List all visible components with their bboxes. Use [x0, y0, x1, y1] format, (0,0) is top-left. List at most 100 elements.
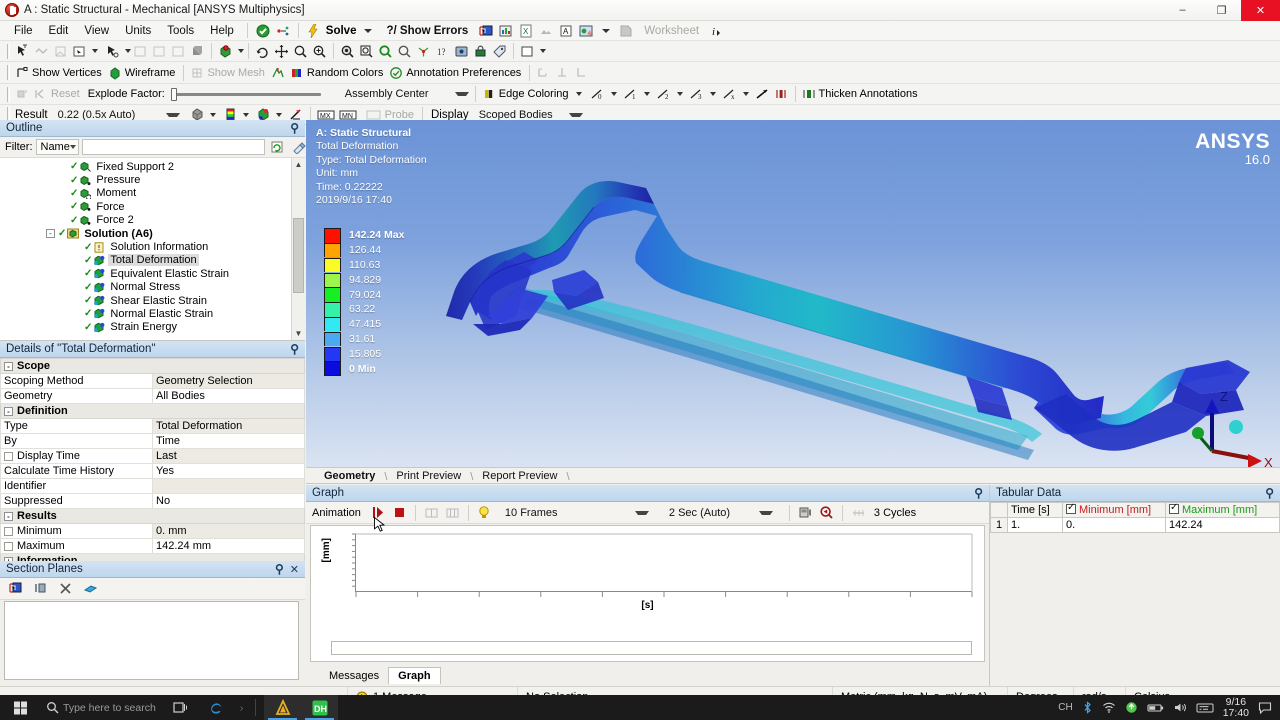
details-group-expander[interactable]: - [4, 406, 13, 416]
close-button[interactable]: ✕ [1241, 0, 1280, 21]
edge-thickness-3-icon[interactable]: 3 [687, 85, 707, 104]
tree-item-normal-elastic-strain[interactable]: ✓ Normal Elastic Strain [0, 307, 305, 320]
keyboard-icon[interactable] [1196, 702, 1214, 714]
image-capture-icon[interactable] [577, 22, 595, 39]
retrieve-results-icon[interactable] [817, 503, 836, 522]
assembly-center-select[interactable]: Assembly Center [341, 85, 471, 103]
zoom-out-icon[interactable] [395, 42, 414, 61]
col-maximum-header[interactable]: Maximum [mm] [1165, 502, 1280, 518]
menu-units[interactable]: Units [117, 23, 159, 39]
graph-plot-area[interactable]: [mm] [s] [310, 525, 985, 662]
iso-view-icon[interactable] [414, 42, 433, 61]
scroll-down-icon[interactable]: ▼ [292, 327, 305, 340]
taskbar-overflow-chevron-icon[interactable]: › [236, 702, 248, 714]
edge-thickness-1-dropdown-icon[interactable] [643, 92, 650, 96]
outline-pin-icon[interactable]: ⚲ [287, 121, 302, 135]
edge-browser-button[interactable] [199, 695, 236, 720]
taskbar-search[interactable]: Type here to search [40, 701, 162, 714]
magnifier-icon[interactable] [357, 42, 376, 61]
show-vertices-button[interactable]: Show Vertices [13, 63, 106, 82]
minimum-checkbox[interactable] [1066, 504, 1076, 514]
tree-item-strain-energy[interactable]: ✓ Strain Energy [0, 321, 305, 334]
tree-item-shear-elastic-strain[interactable]: ✓ Shear Elastic Strain [0, 294, 305, 307]
details-checkbox[interactable] [4, 526, 13, 536]
maximum-checkbox[interactable] [1169, 504, 1179, 514]
filter-input[interactable] [81, 139, 265, 155]
show-errors-button[interactable]: ?/ Show Errors [378, 23, 476, 39]
table-row[interactable]: 1 1. 0. 142.24 [990, 517, 1280, 533]
tree-item-solution-information[interactable]: ✓ Solution Information [0, 240, 305, 253]
viewport-split-icon[interactable] [518, 42, 537, 61]
graph-pin-icon[interactable]: ⚲ [971, 486, 986, 500]
details-group-results[interactable]: - Results [0, 508, 305, 524]
tabular-data-table[interactable]: Time [s] Minimum [mm] Maximum [mm] 11.0.… [990, 502, 1280, 533]
set-view-icon[interactable] [452, 42, 471, 61]
tabular-data-pin-icon[interactable]: ⚲ [1262, 486, 1277, 500]
play-icon[interactable] [369, 503, 388, 522]
details-value[interactable]: Geometry Selection [152, 373, 305, 389]
excel-export-icon[interactable]: X [517, 22, 535, 39]
menu-file[interactable]: File [6, 23, 41, 39]
details-checkbox[interactable] [4, 451, 13, 461]
bluetooth-icon[interactable] [1082, 701, 1093, 714]
menu-view[interactable]: View [76, 23, 117, 39]
box-zoom-icon[interactable] [310, 42, 329, 61]
label-icon[interactable] [490, 42, 509, 61]
details-row-geometry[interactable]: Geometry All Bodies [0, 388, 305, 404]
details-row-suppressed[interactable]: Suppressed No [0, 493, 305, 509]
tree-item-normal-stress[interactable]: ✓ Normal Stress [0, 281, 305, 294]
pan-icon[interactable] [272, 42, 291, 61]
tree-item-force[interactable]: ✓ Force [0, 200, 305, 213]
wireframe-button[interactable]: Wireframe [106, 63, 180, 82]
details-value[interactable]: Time [152, 433, 305, 449]
edge-thickness-0-icon[interactable]: 0 [588, 85, 608, 104]
undo-view-icon[interactable]: 1? [433, 42, 452, 61]
solid-body-icon[interactable] [188, 42, 207, 61]
details-checkbox[interactable] [4, 541, 13, 551]
edge-direction-icon[interactable] [753, 85, 772, 104]
edge-thickness-3-dropdown-icon[interactable] [709, 92, 716, 96]
details-value[interactable] [152, 478, 305, 494]
random-colors-button[interactable]: Random Colors [288, 63, 387, 82]
details-row-scoping-method[interactable]: Scoping Method Geometry Selection [0, 373, 305, 389]
thicken-edges-icon[interactable] [269, 63, 288, 82]
tree-item-pressure[interactable]: ✓ Pressure [0, 173, 305, 186]
dh-app-taskbar-icon[interactable]: DH [301, 695, 339, 720]
edge-thickness-n-icon[interactable]: x [720, 85, 740, 104]
geometry-display-dropdown-icon[interactable] [209, 112, 216, 117]
solve-button[interactable]: Solve [324, 25, 359, 37]
minimize-button[interactable]: – [1163, 0, 1202, 21]
outline-scrollbar[interactable]: ▲ ▼ [291, 158, 305, 340]
stop-icon[interactable] [390, 503, 409, 522]
lightbulb-icon[interactable] [475, 503, 494, 522]
new-section-plane-icon[interactable] [6, 579, 25, 598]
duration-select[interactable]: 2 Sec (Auto) [665, 504, 775, 522]
details-row-display-time[interactable]: Display Time Last [0, 448, 305, 464]
tree-item-moment[interactable]: ✓ Moment [0, 187, 305, 201]
taskbar-clock[interactable]: 9/16 17:40 [1223, 696, 1249, 719]
tab-graph[interactable]: Graph [388, 667, 441, 684]
tree-item-fixed-support-2[interactable]: ✓ Fixed Support 2 [0, 160, 305, 173]
zoom-in-icon[interactable] [376, 42, 395, 61]
tree-item-solution-a6[interactable]: - ✓ Solution (A6) [0, 227, 305, 240]
details-value[interactable]: All Bodies [152, 388, 305, 404]
start-button[interactable] [0, 695, 40, 720]
outline-tree[interactable]: ✓ Fixed Support 2 ✓ Pressure ✓ Moment ✓ Force ✓ F… [0, 158, 305, 341]
frames-select[interactable]: 10 Frames [501, 504, 651, 522]
edge-thickness-0-dropdown-icon[interactable] [610, 92, 617, 96]
details-row-by[interactable]: By Time [0, 433, 305, 449]
details-row-maximum[interactable]: Maximum 142.24 mm [0, 538, 305, 554]
details-group-expander[interactable]: - [4, 361, 13, 371]
ansys-workbench-taskbar-icon[interactable] [264, 695, 302, 720]
viewport-split-dropdown-icon[interactable] [540, 49, 546, 53]
rotate-icon[interactable] [253, 42, 272, 61]
contour-style-dropdown-icon[interactable] [242, 112, 249, 117]
lock-view-icon[interactable] [471, 42, 490, 61]
col-minimum-cell[interactable]: 0. [1062, 517, 1166, 533]
image-capture-dropdown-icon[interactable] [602, 28, 611, 33]
tab-print-preview[interactable]: Print Preview [387, 469, 470, 483]
battery-icon[interactable] [1147, 702, 1164, 714]
edge-coloring-button[interactable]: Edge Coloring [480, 85, 573, 104]
named-selection-icon[interactable] [274, 22, 292, 39]
col-index-cell[interactable]: 1 [990, 517, 1008, 533]
